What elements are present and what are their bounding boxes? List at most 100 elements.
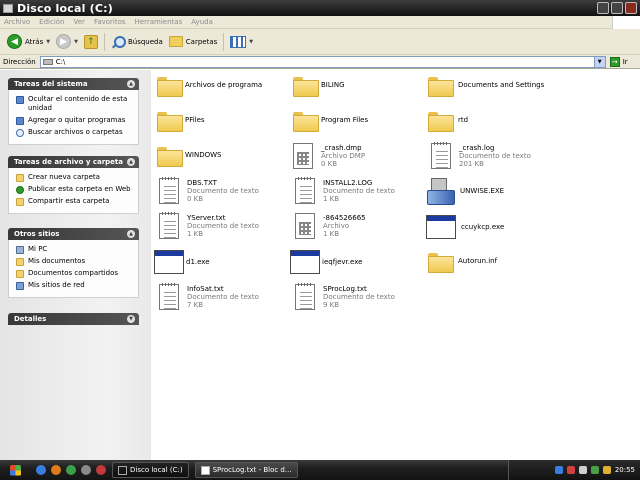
- file-item[interactable]: SProcLog.txt Documento de texto 9 KB: [295, 283, 395, 310]
- file-item[interactable]: INSTALL2.LOG Documento de texto 1 KB: [295, 177, 395, 204]
- text-file-icon: [295, 283, 315, 310]
- my-documents-icon: [16, 258, 24, 266]
- go-button[interactable]: Ir: [623, 58, 628, 66]
- program-window-icon: [154, 250, 184, 274]
- file-item[interactable]: PFiles: [157, 110, 205, 132]
- folders-label: Carpetas: [185, 37, 218, 46]
- collapse-chevron-icon[interactable]: ▲: [127, 80, 135, 88]
- menu-archivo[interactable]: Archivo: [4, 18, 30, 26]
- menu-ver[interactable]: Ver: [74, 18, 85, 26]
- task-search-files[interactable]: Buscar archivos o carpetas: [16, 128, 134, 137]
- taskbar-button-notepad[interactable]: SProcLog.txt - Bloc d...: [194, 462, 298, 478]
- file-item[interactable]: Autorun.inf: [428, 251, 497, 273]
- address-input[interactable]: C:\ ▼: [39, 55, 606, 68]
- task-label: Compartir esta carpeta: [28, 197, 110, 205]
- task-pane: Tareas del sistema ▲ Ocultar el contenid…: [0, 70, 151, 460]
- app-icon[interactable]: [96, 465, 106, 475]
- network-tray-icon[interactable]: [554, 466, 563, 474]
- file-item[interactable]: UNWISE.EXE: [427, 178, 504, 205]
- file-type: Documento de texto: [323, 293, 395, 301]
- file-name: rtd: [458, 116, 469, 124]
- share-folder-icon: [16, 198, 24, 206]
- task-publish-web[interactable]: Publicar esta carpeta en Web: [16, 185, 134, 194]
- drive-icon: [42, 58, 53, 65]
- file-item[interactable]: Archivos de programa: [157, 75, 262, 97]
- file-name: BILING: [321, 81, 345, 89]
- place-network[interactable]: Mis sitios de red: [16, 281, 134, 290]
- file-item[interactable]: _crash.dmp Archivo DMP 0 KB: [293, 143, 365, 169]
- file-item[interactable]: DBS.TXT Documento de texto 0 KB: [159, 177, 259, 204]
- taskbar-button-explorer[interactable]: Disco local (C:): [112, 462, 189, 478]
- collapse-chevron-icon[interactable]: ▲: [127, 158, 135, 166]
- file-item[interactable]: Program Files: [293, 110, 368, 132]
- file-item[interactable]: rtd: [428, 110, 469, 132]
- task-new-folder[interactable]: Crear nueva carpeta: [16, 173, 134, 182]
- internet-explorer-icon[interactable]: [36, 465, 46, 475]
- task-label: Ocultar el contenido de esta unidad: [28, 95, 128, 112]
- search-icon: [111, 35, 126, 49]
- minimize-button[interactable]: [597, 2, 609, 14]
- file-tasks-body: Crear nueva carpeta Publicar esta carpet…: [8, 168, 139, 214]
- file-item[interactable]: WINDOWS: [157, 145, 222, 167]
- place-my-documents[interactable]: Mis documentos: [16, 257, 134, 266]
- expand-chevron-icon[interactable]: ▼: [127, 315, 135, 323]
- media-player-icon[interactable]: [66, 465, 76, 475]
- file-type: Archivo: [323, 222, 350, 230]
- file-name: d1.exe: [186, 258, 210, 266]
- close-button[interactable]: [625, 2, 637, 14]
- messenger-tray-icon[interactable]: [590, 466, 599, 474]
- drive-icon: [3, 3, 13, 13]
- menu-herramientas[interactable]: Herramientas: [135, 18, 183, 26]
- file-item[interactable]: -864526665 Archivo 1 KB: [295, 213, 366, 239]
- other-places-header[interactable]: Otros sitios ▲: [8, 228, 139, 240]
- collapse-chevron-icon[interactable]: ▲: [127, 230, 135, 238]
- back-button[interactable]: ◀ Atrás ▼: [4, 31, 53, 53]
- file-view: Archivos de programa BILING Documents an…: [151, 70, 640, 460]
- go-arrow-icon[interactable]: →: [609, 56, 620, 67]
- security-tray-icon[interactable]: [566, 466, 575, 474]
- volume-tray-icon[interactable]: [578, 466, 587, 474]
- file-tasks-header[interactable]: Tareas de archivo y carpeta ▲: [8, 156, 139, 168]
- details-header[interactable]: Detalles ▼: [8, 313, 139, 325]
- show-desktop-icon[interactable]: [81, 465, 91, 475]
- file-name: _crash.log: [459, 144, 495, 152]
- task-hide-contents[interactable]: Ocultar el contenido de esta unidad: [16, 95, 134, 113]
- up-button[interactable]: ↑: [81, 31, 101, 53]
- firefox-icon[interactable]: [51, 465, 61, 475]
- back-dropdown-icon[interactable]: ▼: [46, 39, 50, 45]
- file-item[interactable]: ieqfjevr.exe: [290, 250, 362, 274]
- notepad-icon: [200, 465, 210, 475]
- my-computer-icon: [16, 246, 24, 254]
- search-button[interactable]: Búsqueda: [108, 31, 166, 53]
- file-name: InfoSat.txt: [187, 285, 224, 293]
- file-item[interactable]: Documents and Settings: [428, 75, 544, 97]
- system-tasks-header[interactable]: Tareas del sistema ▲: [8, 78, 139, 90]
- menu-ayuda[interactable]: Ayuda: [191, 18, 213, 26]
- clock[interactable]: 20:55: [615, 466, 635, 474]
- windows-logo-icon: [9, 464, 21, 476]
- file-item[interactable]: ccuykcp.exe: [426, 215, 504, 239]
- folder-icon: [293, 75, 319, 97]
- file-item[interactable]: d1.exe: [154, 250, 210, 274]
- place-my-computer[interactable]: Mi PC: [16, 245, 134, 254]
- views-button[interactable]: ▼: [227, 31, 256, 53]
- file-item[interactable]: BILING: [293, 75, 345, 97]
- folders-button[interactable]: Carpetas: [166, 31, 221, 53]
- forward-dropdown-icon[interactable]: ▼: [74, 39, 78, 45]
- update-tray-icon[interactable]: [602, 466, 611, 474]
- forward-button[interactable]: ▶ ▼: [53, 31, 81, 53]
- file-item[interactable]: InfoSat.txt Documento de texto 7 KB: [159, 283, 259, 310]
- file-item[interactable]: _crash.log Documento de texto 201 KB: [431, 142, 531, 169]
- task-add-remove-programs[interactable]: Agregar o quitar programas: [16, 116, 134, 125]
- menu-edicion[interactable]: Edición: [39, 18, 64, 26]
- address-dropdown-icon[interactable]: ▼: [593, 56, 605, 67]
- title-bar[interactable]: Disco local (C:): [0, 0, 640, 16]
- start-button[interactable]: [0, 460, 30, 480]
- task-share-folder[interactable]: Compartir esta carpeta: [16, 197, 134, 206]
- text-file-icon: [159, 177, 179, 204]
- file-item[interactable]: YServer.txt Documento de texto 1 KB: [159, 212, 259, 239]
- place-shared-documents[interactable]: Documentos compartidos: [16, 269, 134, 278]
- menu-favoritos[interactable]: Favoritos: [94, 18, 126, 26]
- maximize-button[interactable]: [611, 2, 623, 14]
- program-window-icon: [290, 250, 320, 274]
